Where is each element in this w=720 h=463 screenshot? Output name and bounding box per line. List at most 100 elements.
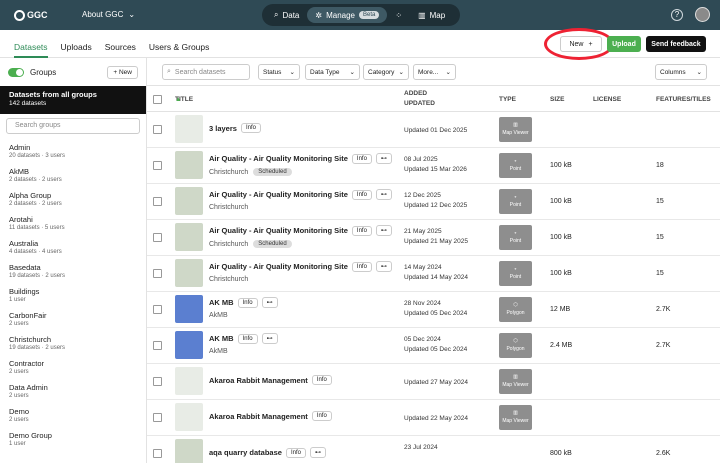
row-checkbox[interactable] xyxy=(153,341,162,350)
group-item[interactable]: Demo Group 1 user xyxy=(0,428,146,452)
all-groups-item[interactable]: Datasets from all groups 142 datasets xyxy=(0,86,146,114)
tab-sources[interactable]: Sources xyxy=(105,42,136,58)
info-button[interactable]: Info xyxy=(311,375,332,385)
tab-users-groups[interactable]: Users & Groups xyxy=(149,42,209,58)
info-button[interactable]: Info xyxy=(351,261,372,272)
info-button[interactable]: Info xyxy=(237,297,258,308)
dataset-title[interactable]: AK MB xyxy=(209,298,234,307)
table-row[interactable]: Akaroa Rabbit Management Info Updated 27 M… xyxy=(147,364,720,400)
tab-uploads[interactable]: Uploads xyxy=(61,42,92,58)
table-row[interactable]: Air Quality - Air Quality Monitoring Sit… xyxy=(147,220,720,256)
info-button[interactable]: Info xyxy=(351,153,372,164)
group-item[interactable]: Christchurch 19 datasets · 2 users xyxy=(0,332,146,356)
info-button[interactable]: Info xyxy=(351,189,372,200)
updated-column-header[interactable]: UPDATED xyxy=(404,100,435,107)
group-item[interactable]: AkMB 2 datasets · 2 users xyxy=(0,164,146,188)
new-button[interactable]: New + xyxy=(560,36,602,52)
dataset-thumbnail xyxy=(175,151,203,179)
dataset-title[interactable]: 3 layers xyxy=(209,124,237,133)
group-item[interactable]: Demo 2 users xyxy=(0,404,146,428)
type-icon: ▥ xyxy=(513,410,518,416)
upload-button[interactable]: Upload xyxy=(607,36,641,52)
ggc-logo[interactable]: GGC xyxy=(14,8,48,22)
table-row[interactable]: Air Quality - Air Quality Monitoring Sit… xyxy=(147,184,720,220)
row-checkbox[interactable] xyxy=(153,449,162,458)
added-column-header[interactable]: ADDED xyxy=(404,90,427,97)
map-tab-label: Map xyxy=(429,10,446,20)
groups-toggle[interactable] xyxy=(8,67,24,77)
table-row[interactable]: Air Quality - Air Quality Monitoring Sit… xyxy=(147,256,720,292)
info-button[interactable]: Info xyxy=(285,447,306,458)
new-group-button[interactable]: + New xyxy=(107,65,138,79)
table-row[interactable]: aqa quarry database Info ⊷ 23 Jul 2024 800 k… xyxy=(147,436,720,463)
row-checkbox[interactable] xyxy=(153,233,162,242)
row-checkbox[interactable] xyxy=(153,377,162,386)
dataset-title[interactable]: Air Quality - Air Quality Monitoring Sit… xyxy=(209,226,348,235)
info-button[interactable]: Info xyxy=(311,411,332,421)
dataset-title[interactable]: Air Quality - Air Quality Monitoring Sit… xyxy=(209,262,348,271)
dataset-title[interactable]: AK MB xyxy=(209,334,234,343)
group-item[interactable]: Data Admin 2 users xyxy=(0,380,146,404)
link-icon[interactable]: ⊷ xyxy=(375,189,392,200)
map-tab[interactable]: ▥ Map xyxy=(410,7,453,23)
group-search-input[interactable]: Search groups xyxy=(6,118,140,134)
dataset-title[interactable]: Air Quality - Air Quality Monitoring Sit… xyxy=(209,154,348,163)
data-tab[interactable]: ⌕ Data xyxy=(266,7,307,23)
table-row[interactable]: AK MB Info ⊷ AkMB 28 Nov 2024 Updated 05 Dec … xyxy=(147,292,720,328)
about-menu[interactable]: About GGC ⌄ xyxy=(82,10,135,19)
row-checkbox[interactable] xyxy=(153,269,162,278)
dataset-search-input[interactable]: ⌕ Search datasets xyxy=(162,64,250,80)
group-item[interactable]: Buildings 1 user xyxy=(0,284,146,308)
send-feedback-button[interactable]: Send feedback xyxy=(646,36,706,52)
info-button[interactable]: Info xyxy=(237,333,258,344)
all-groups-title: Datasets from all groups xyxy=(9,90,97,99)
avatar[interactable] xyxy=(695,7,710,22)
group-item[interactable]: Australia 4 datasets · 4 users xyxy=(0,236,146,260)
features-column-header[interactable]: FEATURES/TILES xyxy=(656,96,711,103)
link-icon[interactable]: ⊷ xyxy=(375,261,392,272)
info-button[interactable]: Info xyxy=(240,123,261,133)
table-row[interactable]: Air Quality - Air Quality Monitoring Sit… xyxy=(147,148,720,184)
link-icon[interactable]: ⊷ xyxy=(261,333,278,344)
group-item[interactable]: Alpha Group 2 datasets · 2 users xyxy=(0,188,146,212)
more-filter[interactable]: More... ⌄ xyxy=(413,64,456,80)
dataset-title[interactable]: Akaroa Rabbit Management xyxy=(209,376,308,385)
group-item[interactable]: Contractor 2 users xyxy=(0,356,146,380)
row-checkbox[interactable] xyxy=(153,161,162,170)
link-icon[interactable]: ⊷ xyxy=(375,153,392,164)
dataset-title[interactable]: aqa quarry database xyxy=(209,448,282,457)
grid-button[interactable]: ⁘ xyxy=(387,7,410,23)
table-row[interactable]: AK MB Info ⊷ AkMB 05 Dec 2024 Updated 05 Dec … xyxy=(147,328,720,364)
select-all-checkbox[interactable] xyxy=(153,95,162,104)
dataset-thumbnail xyxy=(175,187,203,215)
link-icon[interactable]: ⊷ xyxy=(309,447,326,458)
help-icon[interactable]: ? xyxy=(671,8,683,21)
group-item[interactable]: Admin 20 datasets · 3 users xyxy=(0,140,146,164)
info-button[interactable]: Info xyxy=(351,225,372,236)
size-column-header[interactable]: SIZE xyxy=(550,96,564,103)
link-icon[interactable]: ⊷ xyxy=(375,225,392,236)
status-filter[interactable]: Status ⌄ xyxy=(258,64,300,80)
row-checkbox[interactable] xyxy=(153,413,162,422)
data-type-filter[interactable]: Data Type ⌄ xyxy=(305,64,360,80)
manage-tab[interactable]: ✲ Manage Beta xyxy=(307,7,388,23)
scheduled-badge: Scheduled xyxy=(253,240,292,248)
updated-date: Updated 21 May 2025 xyxy=(404,238,468,245)
license-column-header[interactable]: LICENSE xyxy=(593,96,621,103)
row-checkbox[interactable] xyxy=(153,305,162,314)
group-item[interactable]: Basedata 19 datasets · 2 users xyxy=(0,260,146,284)
dataset-title[interactable]: Akaroa Rabbit Management xyxy=(209,412,308,421)
table-row[interactable]: 3 layers Info Updated 01 Dec 2025 ▥ Map View… xyxy=(147,112,720,148)
row-checkbox[interactable] xyxy=(153,125,162,134)
dataset-title[interactable]: Air Quality - Air Quality Monitoring Sit… xyxy=(209,190,348,199)
category-filter[interactable]: Category ⌄ xyxy=(363,64,409,80)
group-item[interactable]: CarbonFair 2 users xyxy=(0,308,146,332)
group-item[interactable]: Arotahi 11 datasets · 5 users xyxy=(0,212,146,236)
row-checkbox[interactable] xyxy=(153,197,162,206)
tab-datasets[interactable]: Datasets xyxy=(14,42,48,58)
type-column-header[interactable]: TYPE xyxy=(499,96,516,103)
link-icon[interactable]: ⊷ xyxy=(261,297,278,308)
table-row[interactable]: Akaroa Rabbit Management Info Updated 22 M… xyxy=(147,400,720,436)
columns-button[interactable]: Columns ⌄ xyxy=(655,64,707,80)
added-date: 23 Jul 2024 xyxy=(404,444,438,451)
